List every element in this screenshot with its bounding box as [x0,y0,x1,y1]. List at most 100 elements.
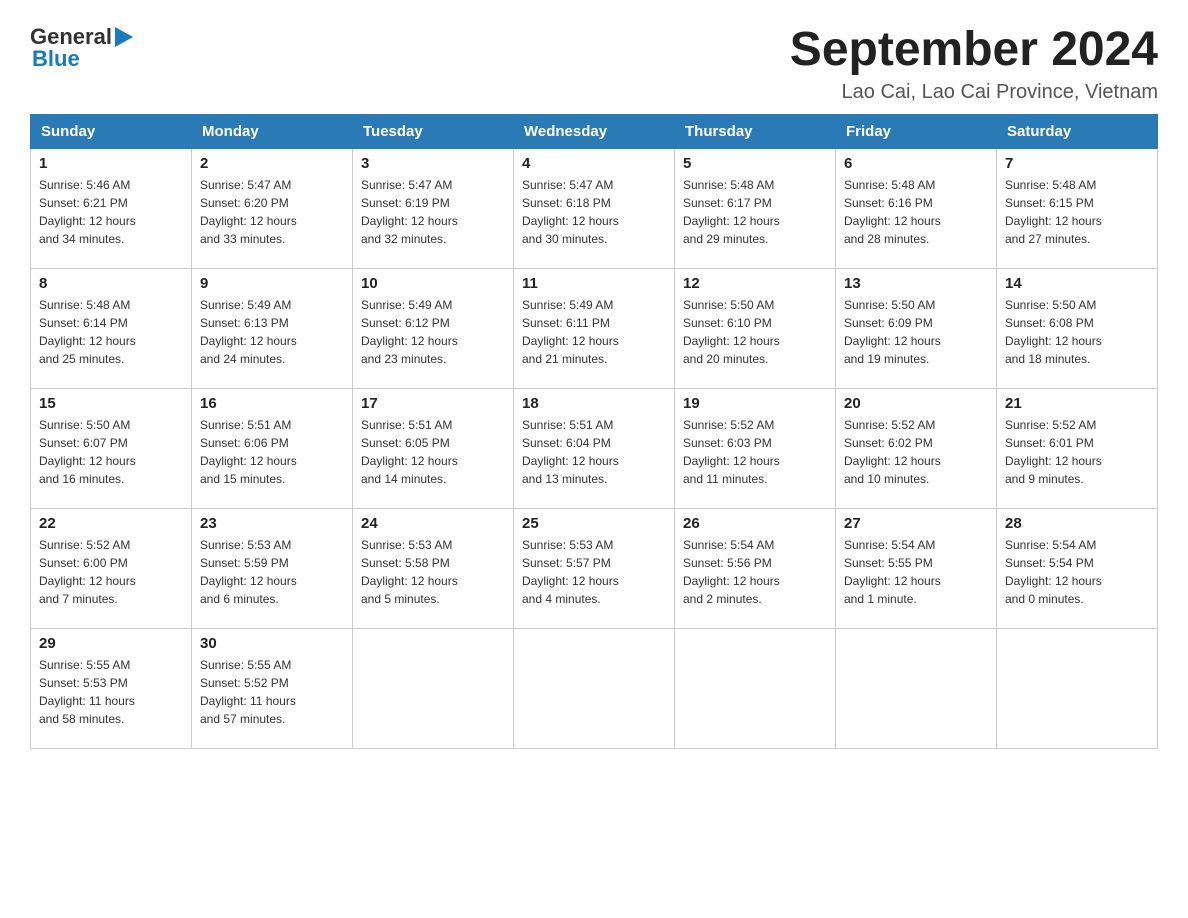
day-info: Sunrise: 5:51 AMSunset: 6:05 PMDaylight:… [361,416,505,488]
table-row: 14Sunrise: 5:50 AMSunset: 6:08 PMDayligh… [997,268,1158,388]
day-info: Sunrise: 5:53 AMSunset: 5:58 PMDaylight:… [361,536,505,608]
day-info: Sunrise: 5:54 AMSunset: 5:56 PMDaylight:… [683,536,827,608]
day-info: Sunrise: 5:49 AMSunset: 6:12 PMDaylight:… [361,296,505,368]
day-number: 27 [844,515,988,532]
day-number: 16 [200,395,344,412]
table-row: 10 Sunrise: 5:49 AMSunset: 6:12 PMDayligh… [353,268,514,388]
col-thursday: Thursday [675,114,836,148]
day-number: 28 [1005,515,1149,532]
day-number: 19 [683,395,827,412]
day-number: 20 [844,395,988,412]
logo-arrow-icon [115,27,133,47]
col-tuesday: Tuesday [353,114,514,148]
day-number: 6 [844,155,988,172]
table-row: 3Sunrise: 5:47 AMSunset: 6:19 PMDaylight… [353,148,514,268]
table-row: 26Sunrise: 5:54 AMSunset: 5:56 PMDayligh… [675,508,836,628]
logo-blue-text: Blue [32,46,133,72]
calendar-subtitle: Lao Cai, Lao Cai Province, Vietnam [790,81,1158,104]
day-info: Sunrise: 5:48 AMSunset: 6:14 PMDaylight:… [39,296,183,368]
table-row: 17 Sunrise: 5:51 AMSunset: 6:05 PMDayligh… [353,388,514,508]
table-row: 4Sunrise: 5:47 AMSunset: 6:18 PMDaylight… [514,148,675,268]
table-row: 28 Sunrise: 5:54 AMSunset: 5:54 PMDayligh… [997,508,1158,628]
day-number: 14 [1005,275,1149,292]
day-info: Sunrise: 5:47 AMSunset: 6:20 PMDaylight:… [200,176,344,248]
day-info: Sunrise: 5:48 AMSunset: 6:15 PMDaylight:… [1005,176,1149,248]
day-number: 23 [200,515,344,532]
table-row [675,628,836,748]
day-info: Sunrise: 5:51 AMSunset: 6:04 PMDaylight:… [522,416,666,488]
table-row: 6 Sunrise: 5:48 AMSunset: 6:16 PMDaylight… [836,148,997,268]
day-info: Sunrise: 5:52 AMSunset: 6:01 PMDaylight:… [1005,416,1149,488]
day-number: 21 [1005,395,1149,412]
day-info: Sunrise: 5:48 AMSunset: 6:17 PMDaylight:… [683,176,827,248]
day-info: Sunrise: 5:55 AMSunset: 5:52 PMDaylight:… [200,656,344,728]
day-number: 9 [200,275,344,292]
col-saturday: Saturday [997,114,1158,148]
title-section: September 2024 Lao Cai, Lao Cai Province… [790,24,1158,104]
table-row: 7 Sunrise: 5:48 AMSunset: 6:15 PMDaylight… [997,148,1158,268]
table-row [836,628,997,748]
day-number: 11 [522,275,666,292]
day-number: 10 [361,275,505,292]
logo: General Blue [30,24,133,72]
col-friday: Friday [836,114,997,148]
col-wednesday: Wednesday [514,114,675,148]
table-row: 15Sunrise: 5:50 AMSunset: 6:07 PMDayligh… [31,388,192,508]
table-row: 27 Sunrise: 5:54 AMSunset: 5:55 PMDayligh… [836,508,997,628]
table-row: 25 Sunrise: 5:53 AMSunset: 5:57 PMDayligh… [514,508,675,628]
day-info: Sunrise: 5:50 AMSunset: 6:10 PMDaylight:… [683,296,827,368]
day-info: Sunrise: 5:54 AMSunset: 5:55 PMDaylight:… [844,536,988,608]
table-row: 16Sunrise: 5:51 AMSunset: 6:06 PMDayligh… [192,388,353,508]
day-number: 24 [361,515,505,532]
day-number: 15 [39,395,183,412]
day-number: 25 [522,515,666,532]
table-row: 30Sunrise: 5:55 AMSunset: 5:52 PMDayligh… [192,628,353,748]
calendar-week-row: 8 Sunrise: 5:48 AMSunset: 6:14 PMDaylight… [31,268,1158,388]
day-number: 13 [844,275,988,292]
day-number: 5 [683,155,827,172]
day-info: Sunrise: 5:52 AMSunset: 6:00 PMDaylight:… [39,536,183,608]
table-row: 29 Sunrise: 5:55 AMSunset: 5:53 PMDayligh… [31,628,192,748]
day-info: Sunrise: 5:49 AMSunset: 6:13 PMDaylight:… [200,296,344,368]
table-row: 19 Sunrise: 5:52 AMSunset: 6:03 PMDayligh… [675,388,836,508]
day-number: 12 [683,275,827,292]
day-info: Sunrise: 5:52 AMSunset: 6:03 PMDaylight:… [683,416,827,488]
day-info: Sunrise: 5:46 AMSunset: 6:21 PMDaylight:… [39,176,183,248]
table-row: 21 Sunrise: 5:52 AMSunset: 6:01 PMDayligh… [997,388,1158,508]
table-row: 8 Sunrise: 5:48 AMSunset: 6:14 PMDaylight… [31,268,192,388]
day-info: Sunrise: 5:49 AMSunset: 6:11 PMDaylight:… [522,296,666,368]
day-number: 7 [1005,155,1149,172]
table-row: 12 Sunrise: 5:50 AMSunset: 6:10 PMDayligh… [675,268,836,388]
day-number: 17 [361,395,505,412]
table-row: 1 Sunrise: 5:46 AMSunset: 6:21 PMDaylight… [31,148,192,268]
day-number: 29 [39,635,183,652]
day-number: 4 [522,155,666,172]
table-row: 18Sunrise: 5:51 AMSunset: 6:04 PMDayligh… [514,388,675,508]
day-number: 2 [200,155,344,172]
day-number: 3 [361,155,505,172]
table-row: 11 Sunrise: 5:49 AMSunset: 6:11 PMDayligh… [514,268,675,388]
day-info: Sunrise: 5:53 AMSunset: 5:59 PMDaylight:… [200,536,344,608]
table-row: 20Sunrise: 5:52 AMSunset: 6:02 PMDayligh… [836,388,997,508]
calendar-header-row: Sunday Monday Tuesday Wednesday Thursday… [31,114,1158,148]
table-row: 9 Sunrise: 5:49 AMSunset: 6:13 PMDaylight… [192,268,353,388]
table-row [997,628,1158,748]
day-info: Sunrise: 5:48 AMSunset: 6:16 PMDaylight:… [844,176,988,248]
table-row: 5 Sunrise: 5:48 AMSunset: 6:17 PMDaylight… [675,148,836,268]
calendar-week-row: 15Sunrise: 5:50 AMSunset: 6:07 PMDayligh… [31,388,1158,508]
day-info: Sunrise: 5:53 AMSunset: 5:57 PMDaylight:… [522,536,666,608]
page-header: General Blue September 2024 Lao Cai, Lao… [30,24,1158,104]
day-info: Sunrise: 5:55 AMSunset: 5:53 PMDaylight:… [39,656,183,728]
day-number: 8 [39,275,183,292]
col-monday: Monday [192,114,353,148]
table-row: 23 Sunrise: 5:53 AMSunset: 5:59 PMDayligh… [192,508,353,628]
table-row: 2 Sunrise: 5:47 AMSunset: 6:20 PMDaylight… [192,148,353,268]
col-sunday: Sunday [31,114,192,148]
table-row: 24 Sunrise: 5:53 AMSunset: 5:58 PMDayligh… [353,508,514,628]
table-row [353,628,514,748]
day-info: Sunrise: 5:54 AMSunset: 5:54 PMDaylight:… [1005,536,1149,608]
day-number: 1 [39,155,183,172]
calendar-table: Sunday Monday Tuesday Wednesday Thursday… [30,114,1158,749]
calendar-week-row: 1 Sunrise: 5:46 AMSunset: 6:21 PMDaylight… [31,148,1158,268]
day-number: 22 [39,515,183,532]
